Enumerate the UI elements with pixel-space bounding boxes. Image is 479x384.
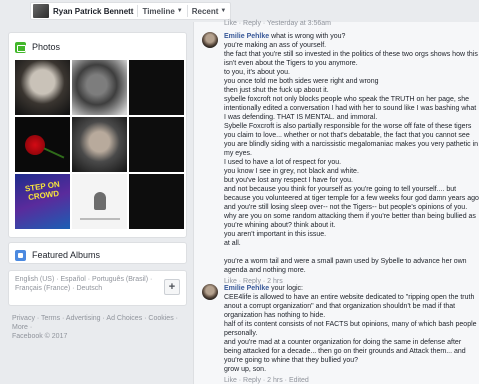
add-language-button[interactable]: + [164, 279, 180, 295]
comment-line: sybelle foxcroft not only blocks people … [224, 96, 470, 103]
comment-line: grow up, son. [224, 366, 267, 373]
profile-nav-pill: Ryan Patrick Bennett Timeline ▼ Recent ▼ [30, 2, 232, 20]
profile-name-link[interactable]: Ryan Patrick Bennett [53, 7, 133, 16]
comment-line: and you're still losing sleep over-- not… [224, 204, 468, 211]
language-list: English (US) · Español · Português (Bras… [15, 275, 152, 301]
comment-line: you are blindly siding with a narcissist… [224, 141, 479, 148]
comment-line: organization has nothing to hide. [224, 312, 326, 319]
commenter-avatar[interactable] [202, 284, 218, 300]
photos-card: Photos STEP ON CROWD [8, 32, 187, 238]
comment-line: anout a corrupt organization" and that o… [224, 303, 456, 310]
comments-panel: Like · Reply · Yesterday at 3:56am Emili… [193, 20, 479, 384]
comment-line: you know I see in grey, not black and wh… [224, 168, 359, 175]
comment-line [224, 248, 474, 257]
photo-thumbnail[interactable] [129, 117, 184, 172]
photo-thumbnail[interactable] [72, 60, 127, 115]
comment-line: the fact that you're still so invested i… [224, 51, 478, 58]
commenter-name[interactable]: Emilie Pehlke [224, 33, 269, 40]
photo-thumbnail[interactable] [15, 117, 70, 172]
comment-line: you aren't important in this issue. [224, 231, 327, 238]
comment-line: I used to have a lot of respect for you. [224, 159, 342, 166]
footer-line[interactable]: More · [12, 323, 183, 332]
footer-links: Privacy · Terms · Advertising · Ad Choic… [8, 314, 187, 341]
comment-line: and you're mad at a counter organization… [224, 339, 462, 346]
comment-line: isn't even about the Tigers to you anymo… [224, 60, 358, 67]
figure-image [94, 192, 106, 210]
comment-line: intentionally edited a conversation I ha… [224, 105, 477, 112]
comment-line: Sybelle Foxcroft is also partially respo… [224, 123, 472, 130]
comment-line: because you volunteered at tiger temple … [224, 195, 479, 202]
featured-albums-card[interactable]: Featured Albums [8, 242, 187, 264]
comment-line: your logic: [271, 285, 303, 292]
comment: Emilie Pehlke what is wrong with you? yo… [202, 32, 479, 286]
rose-stem [43, 147, 65, 159]
comment-line: to you, it's about you. [224, 69, 290, 76]
comment-line: why are you on some random attacking the… [224, 213, 476, 220]
comment-line: you're going to whine that they bullied … [224, 357, 359, 364]
photo-thumbnail[interactable]: STEP ON CROWD [15, 174, 70, 229]
photo-overlay-text: STEP ON CROWD [24, 179, 61, 203]
chevron-down-icon: ▼ [220, 8, 227, 14]
language-line[interactable]: English (US) · Español · Português (Bras… [15, 275, 152, 284]
comment-line: personally. [224, 330, 258, 337]
recent-dropdown[interactable]: Recent ▼ [192, 7, 227, 16]
comment-line: you claim to love... whether or not that… [224, 132, 470, 139]
divider [137, 5, 139, 17]
comment-line: being attacked for a decade... then go o… [224, 348, 466, 355]
albums-icon [15, 249, 26, 261]
language-line[interactable]: Français (France) · Deutsch [15, 284, 152, 293]
comment-line: agenda and nothing more. [224, 267, 306, 274]
photo-thumbnail[interactable] [129, 174, 184, 229]
comment-line: I was defending. THAT IS MENTAL. and imm… [224, 114, 378, 121]
comment-line: and not because you think for yourself a… [224, 186, 457, 193]
timeline-label: Timeline [142, 6, 175, 16]
comment-line: my eyes. [224, 150, 253, 157]
left-column: Photos STEP ON CROWD Featured Albums Eng… [8, 32, 187, 341]
comment-line: at all. [224, 240, 241, 247]
photo-thumbnail[interactable] [129, 60, 184, 115]
commenter-name[interactable]: Emilie Pehlke [224, 285, 269, 292]
comment-body: Emilie Pehlke your logic: CEE4life is al… [224, 284, 477, 384]
divider [186, 5, 188, 17]
recent-label: Recent [191, 6, 219, 16]
footer-line[interactable]: Privacy · Terms · Advertising · Ad Choic… [12, 314, 183, 323]
photo-thumbnail[interactable] [72, 117, 127, 172]
commenter-avatar[interactable] [202, 32, 218, 48]
photos-header: Photos [15, 39, 180, 55]
comment-actions[interactable]: Like · Reply · 2 hrs · Edited [224, 376, 474, 384]
comment-line: but you've lost any respect I have for y… [224, 177, 353, 184]
albums-title[interactable]: Featured Albums [32, 250, 100, 260]
comment-line: you're a worm tail and were a small pawn… [224, 258, 467, 265]
top-bar: Ryan Patrick Bennett Timeline ▼ Recent ▼ [0, 0, 479, 22]
language-card: English (US) · Español · Português (Bras… [8, 270, 187, 306]
photos-icon [15, 41, 26, 53]
comment-line: then just shut the fuck up about it. [224, 87, 329, 94]
comment-body: Emilie Pehlke what is wrong with you? yo… [224, 32, 479, 286]
copyright: Facebook © 2017 [12, 333, 68, 340]
comment-line: you once told me both sides were right a… [224, 78, 379, 85]
previous-comment-meta: Like · Reply · Yesterday at 3:56am [224, 20, 332, 27]
comment-line: what is wrong with you? [271, 33, 346, 40]
albums-header: Featured Albums [15, 247, 180, 263]
photo-thumbnail[interactable] [15, 60, 70, 115]
photo-grid: STEP ON CROWD [15, 60, 184, 229]
rose-image [25, 135, 45, 155]
caption-line [80, 218, 120, 220]
profile-avatar[interactable] [33, 4, 49, 18]
timeline-dropdown[interactable]: Timeline ▼ [142, 7, 182, 16]
comment-line: CEE4life is allowed to have an entire we… [224, 294, 475, 301]
comment-line: you're making an ass of yourself. [224, 42, 327, 49]
comment-line: half of its content consists of not FACT… [224, 321, 477, 328]
comment: Emilie Pehlke your logic: CEE4life is al… [202, 284, 477, 384]
photos-title[interactable]: Photos [32, 42, 60, 52]
chevron-down-icon: ▼ [176, 8, 183, 14]
photo-thumbnail[interactable] [72, 174, 127, 229]
comment-line: you're whining about? think about it. [224, 222, 336, 229]
